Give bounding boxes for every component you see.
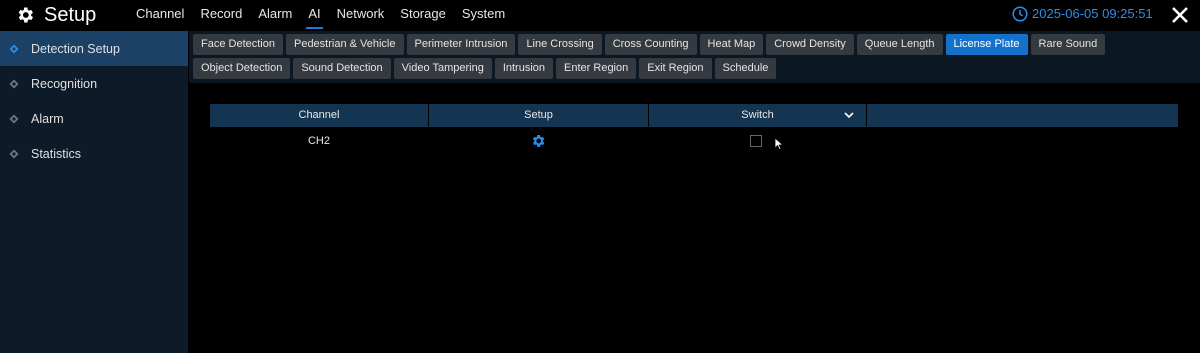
clock-icon: [1012, 6, 1028, 22]
switch-checkbox[interactable]: [749, 135, 762, 148]
header-bar: Setup Channel Record Alarm AI Network St…: [0, 0, 1200, 30]
tab-row-1: Face Detection Pedestrian & Vehicle Peri…: [193, 34, 1106, 55]
table-header: Channel Setup Switch: [210, 104, 1178, 127]
nav-system[interactable]: System: [454, 0, 513, 30]
sidebar-item-label: Detection Setup: [31, 41, 120, 56]
nav-network[interactable]: Network: [329, 0, 393, 30]
channel-table: Channel Setup Switch CH2: [210, 104, 1178, 155]
tab-row-2: Object Detection Sound Detection Video T…: [193, 58, 777, 79]
cell-setup: [428, 133, 647, 149]
column-header-channel: Channel: [210, 104, 429, 127]
diamond-icon: [9, 149, 19, 158]
top-nav: Channel Record Alarm AI Network Storage …: [128, 0, 513, 30]
cell-switch: [647, 135, 864, 148]
tab-intrusion[interactable]: Intrusion: [494, 58, 554, 79]
nav-record[interactable]: Record: [192, 0, 250, 30]
close-icon[interactable]: [1171, 6, 1189, 24]
sidebar: Detection Setup Recognition Alarm Statis…: [0, 31, 188, 353]
cell-channel: CH2: [307, 135, 330, 147]
mouse-cursor-icon: [774, 137, 784, 151]
diamond-icon: [9, 44, 19, 53]
nav-ai[interactable]: AI: [300, 0, 328, 30]
tab-rare-sound[interactable]: Rare Sound: [1030, 34, 1106, 55]
sidebar-item-recognition[interactable]: Recognition: [0, 66, 188, 101]
sidebar-item-label: Statistics: [31, 146, 82, 161]
sidebar-item-label: Alarm: [31, 111, 64, 126]
nav-channel[interactable]: Channel: [128, 0, 192, 30]
gear-icon: [18, 7, 33, 23]
gear-icon[interactable]: [530, 133, 546, 149]
tab-schedule[interactable]: Schedule: [714, 58, 777, 79]
sidebar-item-alarm[interactable]: Alarm: [0, 101, 188, 136]
sidebar-item-label: Recognition: [31, 76, 98, 91]
table-row: CH2: [210, 127, 1178, 155]
chevron-down-icon[interactable]: [844, 111, 854, 119]
tab-exit-region[interactable]: Exit Region: [639, 58, 712, 79]
tab-cross-counting[interactable]: Cross Counting: [604, 34, 697, 55]
diamond-icon: [9, 114, 19, 123]
tab-video-tampering[interactable]: Video Tampering: [393, 58, 492, 79]
tab-pedestrian-vehicle[interactable]: Pedestrian & Vehicle: [285, 34, 404, 55]
diamond-icon: [9, 79, 19, 88]
column-header-empty: [867, 104, 1178, 127]
tab-face-detection[interactable]: Face Detection: [193, 34, 283, 55]
tab-heat-map[interactable]: Heat Map: [699, 34, 764, 55]
sidebar-item-detection-setup[interactable]: Detection Setup: [0, 31, 188, 66]
column-header-switch-label: Switch: [741, 109, 774, 121]
datetime-display: 2025-06-05 09:25:51: [1032, 6, 1153, 21]
tab-sound-detection[interactable]: Sound Detection: [293, 58, 391, 79]
tab-enter-region[interactable]: Enter Region: [556, 58, 637, 79]
column-header-switch[interactable]: Switch: [649, 104, 867, 127]
column-header-setup: Setup: [429, 104, 649, 127]
tab-license-plate[interactable]: License Plate: [945, 34, 1028, 55]
nav-alarm[interactable]: Alarm: [250, 0, 300, 30]
tab-perimeter-intrusion[interactable]: Perimeter Intrusion: [406, 34, 516, 55]
tab-object-detection[interactable]: Object Detection: [193, 58, 291, 79]
tab-queue-length[interactable]: Queue Length: [856, 34, 943, 55]
nav-storage[interactable]: Storage: [392, 0, 454, 30]
sidebar-item-statistics[interactable]: Statistics: [0, 136, 188, 171]
sub-tab-bar: Face Detection Pedestrian & Vehicle Peri…: [189, 31, 1200, 83]
page-title: Setup: [44, 4, 97, 26]
tab-crowd-density[interactable]: Crowd Density: [766, 34, 854, 55]
tab-line-crossing[interactable]: Line Crossing: [518, 34, 602, 55]
